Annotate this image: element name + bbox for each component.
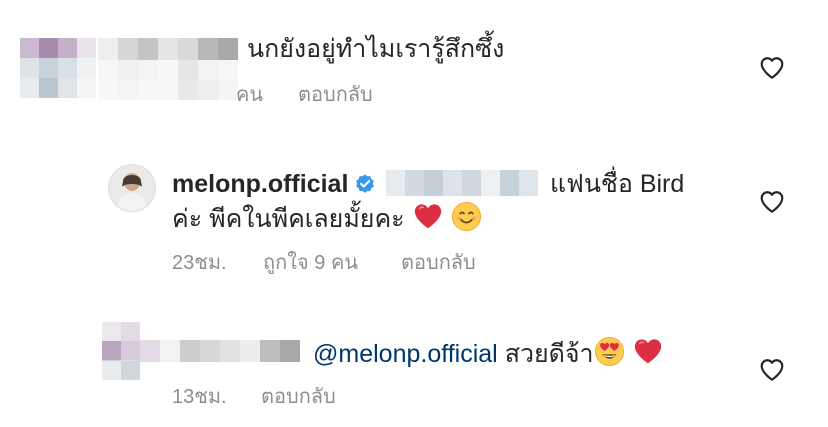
red-heart-emoji [412, 202, 444, 240]
comment-line: @melonp.official สวยดีจ้า [313, 336, 664, 375]
red-heart-emoji [632, 337, 664, 375]
comment-line-1: melonp.official [172, 168, 376, 200]
reply-button[interactable]: ตอบกลับ [298, 82, 373, 108]
censored-username [98, 38, 238, 60]
comment-line-2: ค่ะ พีคในพีคเลยมั้ยคะ [172, 201, 482, 240]
comment-text: นกยังอยู่ทำไมเรารู้สึกซึ้ง [247, 35, 505, 63]
mention-link[interactable]: @melonp.official [313, 340, 498, 368]
censored-username [140, 340, 300, 362]
comment-line-1-text: แฟนชื่อ Bird [550, 170, 685, 198]
likes-count[interactable]: ถูกใจ 9 คน [263, 250, 358, 276]
comment-line-2-text: ค่ะ พีคในพีคเลยมั้ยคะ [172, 205, 405, 233]
comments-panel: นกยังอยู่ทำไมเรารู้สึกซึ้ง คน ตอบกลับ me… [0, 0, 828, 427]
comment-text: สวยดีจ้า [504, 340, 594, 368]
likes-count[interactable]: คน [236, 82, 263, 108]
censored-avatar [20, 38, 96, 98]
reply-button[interactable]: ตอบกลับ [261, 384, 336, 410]
heart-icon[interactable] [759, 357, 785, 383]
heart-icon[interactable] [759, 189, 785, 215]
comment-time: 23ชม. [172, 252, 227, 274]
censored-text-line2 [98, 60, 238, 100]
comment-time: 13ชม. [172, 386, 227, 408]
reply-button[interactable]: ตอบกลับ [401, 250, 476, 276]
heart-eyes-emoji [594, 336, 625, 375]
username[interactable]: melonp.official [172, 170, 348, 198]
censored-mention [386, 170, 538, 196]
avatar[interactable] [108, 164, 156, 212]
verified-badge-icon [354, 171, 376, 193]
heart-icon[interactable] [759, 55, 785, 81]
smiling-face-emoji [451, 201, 482, 240]
censored-avatar-lower [102, 361, 140, 380]
